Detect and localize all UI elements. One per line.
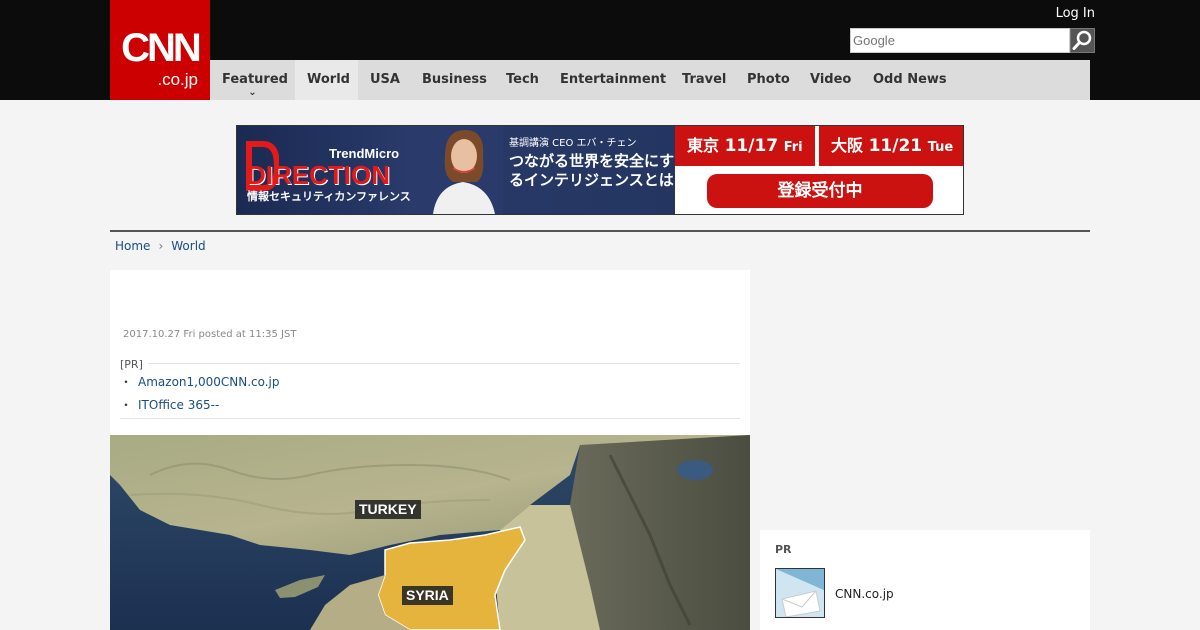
- pr-link-text: ITOffice 365--: [138, 398, 220, 412]
- logo-subtext: .co.jp: [157, 70, 198, 89]
- bullet: ・: [120, 398, 133, 412]
- login-link[interactable]: Log In: [1056, 6, 1095, 22]
- ad-date-tokyo: 東京 11/17 Fri: [675, 126, 817, 166]
- nav-item-featured[interactable]: Featured ⌄: [210, 60, 295, 100]
- mail-icon: [776, 569, 824, 617]
- nav-item-entertainment[interactable]: Entertainment: [548, 60, 678, 100]
- map-label-turkey: TURKEY: [355, 500, 421, 519]
- nav-item-tech[interactable]: Tech: [494, 60, 551, 100]
- ad-date-osaka: 大阪 11/21 Tue: [819, 126, 963, 166]
- search-button[interactable]: [1070, 28, 1095, 53]
- nav-label: Travel: [682, 72, 727, 87]
- nav-item-odd-news[interactable]: Odd News: [861, 60, 959, 100]
- pr-link[interactable]: ・ ITOffice 365--: [120, 397, 219, 413]
- ad-headline: つながる世界を安全にするインテリジェンスとは: [509, 152, 675, 189]
- nav-label: Business: [422, 72, 487, 87]
- ad-subtitle: 情報セキュリティカンファレンス: [247, 190, 411, 203]
- ad-left-panel: TrendMicro DIRECTION 情報セキュリティカンファレンス 基調講…: [237, 126, 675, 214]
- ad-register-button[interactable]: 登録受付中: [707, 174, 933, 208]
- nav-label: Tech: [506, 72, 539, 87]
- post-date: 2017.10.27 Fri posted at 11:35 JST: [123, 329, 297, 340]
- top-bar: CNN .co.jp Log In Featured ⌄ World USA B…: [0, 0, 1200, 100]
- breadcrumb: Home › World: [115, 238, 206, 254]
- sidebar-pr-title: PR: [775, 543, 792, 556]
- nav-label: Featured: [222, 72, 288, 87]
- nav-item-video[interactable]: Video: [798, 60, 863, 100]
- sidebar-pr-link[interactable]: CNN.co.jp: [835, 587, 894, 601]
- ad-day: Fri: [783, 140, 803, 155]
- ad-date: 11/17: [724, 136, 779, 156]
- ad-date: 11/21: [868, 136, 923, 156]
- search-icon: [1072, 30, 1092, 50]
- breadcrumb-world[interactable]: World: [171, 238, 205, 254]
- ad-day: Tue: [927, 140, 954, 155]
- logo-text: CNN: [121, 26, 202, 70]
- ad-banner[interactable]: TrendMicro DIRECTION 情報セキュリティカンファレンス 基調講…: [236, 125, 964, 215]
- chevron-down-icon: ⌄: [248, 87, 257, 98]
- article-map-image: TURKEY SYRIA: [110, 435, 750, 630]
- cnn-logo[interactable]: CNN .co.jp: [110, 0, 210, 100]
- nav-item-photo[interactable]: Photo: [735, 60, 802, 100]
- ad-brand: TrendMicro: [329, 146, 400, 161]
- ad-right-panel: 東京 11/17 Fri 大阪 11/21 Tue 登録受付中: [675, 126, 963, 214]
- nav-label: Entertainment: [560, 72, 667, 87]
- pr-link[interactable]: ・ Amazon1,000CNN.co.jp: [120, 374, 280, 390]
- article-header-card: 2017.10.27 Fri posted at 11:35 JST [PR] …: [110, 270, 750, 435]
- ad-city: 大阪: [831, 136, 864, 155]
- map-label-syria: SYRIA: [402, 586, 453, 605]
- nav-item-travel[interactable]: Travel: [670, 60, 738, 100]
- nav-item-business[interactable]: Business: [410, 60, 499, 100]
- pr-link-text: Amazon1,000CNN.co.jp: [138, 375, 280, 389]
- divider: [110, 230, 1090, 232]
- chevron-right-icon: ›: [158, 239, 164, 253]
- main-nav: Featured ⌄ World USA Business Tech Enter…: [210, 60, 1090, 100]
- ad-city: 東京: [687, 136, 720, 155]
- ad-speaker: 基調講演 CEO エバ・チェン: [509, 138, 637, 149]
- bullet: ・: [120, 375, 133, 389]
- ad-speaker-photo: [423, 126, 503, 214]
- divider: [120, 418, 740, 419]
- ad-title: DIRECTION: [247, 160, 390, 190]
- sidebar-pr-box: PR CNN.co.jp: [760, 530, 1090, 630]
- search-input[interactable]: [850, 28, 1070, 53]
- nav-label: Odd News: [873, 72, 947, 87]
- divider: [148, 363, 740, 364]
- nav-item-world[interactable]: World: [295, 60, 358, 100]
- nav-label: World: [307, 72, 350, 87]
- breadcrumb-home[interactable]: Home: [115, 238, 150, 254]
- nav-label: Video: [810, 72, 852, 87]
- nav-label: USA: [370, 72, 400, 87]
- nav-item-usa[interactable]: USA: [358, 60, 412, 100]
- pr-thumbnail[interactable]: [775, 568, 825, 618]
- pr-label: [PR]: [120, 358, 143, 371]
- nav-label: Photo: [747, 72, 790, 87]
